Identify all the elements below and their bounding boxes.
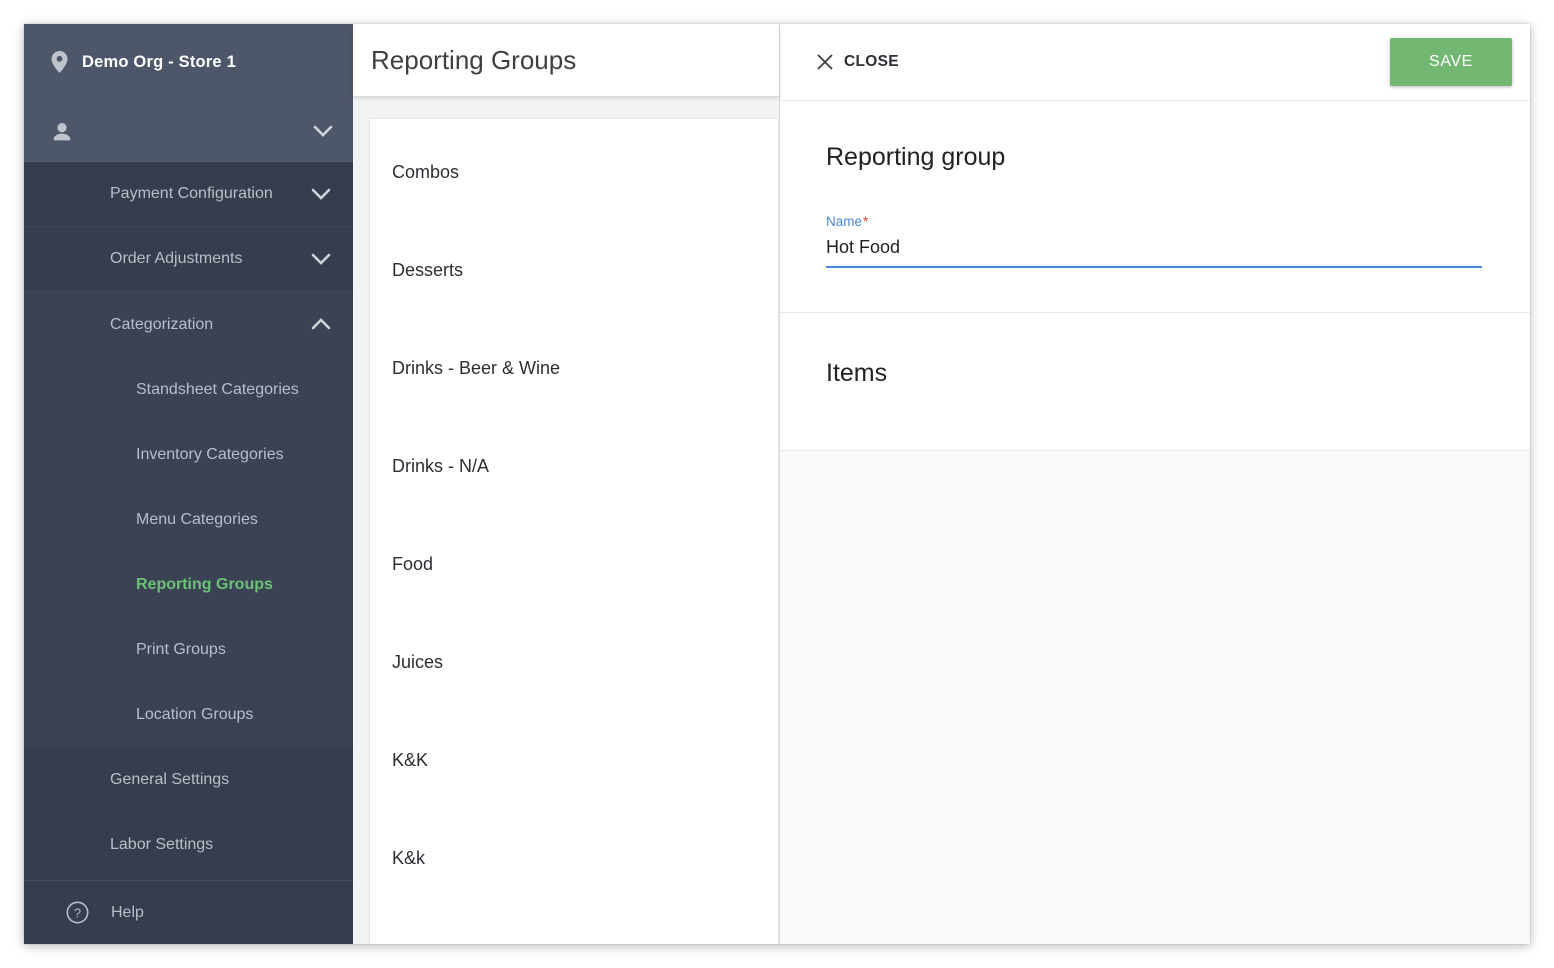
sidebar-section-label: Order Adjustments: [110, 250, 243, 267]
list-item[interactable]: Juices: [370, 613, 778, 711]
question-circle-icon: ?: [66, 901, 89, 924]
chevron-down-icon[interactable]: [313, 125, 333, 138]
list-item[interactable]: K&K: [370, 711, 778, 809]
items-card: Items: [780, 313, 1530, 451]
list-item-label: Drinks - Beer & Wine: [392, 357, 561, 378]
list-item[interactable]: Drinks - N/A: [370, 417, 778, 515]
name-field-label: Name*: [826, 214, 1482, 229]
sidebar-item-label: Location Groups: [136, 705, 254, 723]
sidebar-section-order-adjustments[interactable]: Order Adjustments: [24, 227, 353, 292]
reporting-group-form-card: Reporting group Name*: [780, 101, 1530, 313]
sidebar: Demo Org - Store 1 Payment Configuration…: [24, 24, 353, 944]
sidebar-org-block: Demo Org - Store 1: [24, 24, 353, 162]
person-icon: [51, 121, 73, 143]
sidebar-item-label: Help: [111, 903, 144, 921]
sidebar-item-label: General Settings: [110, 770, 230, 788]
sidebar-item-location-groups[interactable]: Location Groups: [24, 682, 353, 747]
name-input[interactable]: [826, 235, 1482, 268]
chevron-up-icon[interactable]: [311, 318, 331, 331]
sidebar-org-label: Demo Org - Store 1: [82, 52, 236, 71]
sidebar-item-general-settings[interactable]: General Settings: [24, 747, 353, 812]
close-button-label: CLOSE: [844, 53, 899, 70]
sidebar-item-label: Inventory Categories: [136, 445, 284, 463]
sidebar-section-categorization[interactable]: Categorization: [24, 292, 353, 357]
list-item-label: Drinks - N/A: [392, 455, 490, 476]
form-title: Reporting group: [826, 143, 1006, 171]
sidebar-item-print-groups[interactable]: Print Groups: [24, 617, 353, 682]
detail-panel-header: CLOSE SAVE: [780, 24, 1530, 101]
svg-text:?: ?: [74, 906, 81, 921]
sidebar-user-row[interactable]: [24, 100, 353, 162]
name-label-text: Name: [826, 214, 863, 229]
sidebar-categorization-submenu: Standsheet Categories Inventory Categori…: [24, 357, 353, 747]
sidebar-item-menu-categories[interactable]: Menu Categories: [24, 487, 353, 552]
sidebar-section-payment-configuration[interactable]: Payment Configuration: [24, 162, 353, 227]
sidebar-item-label: Menu Categories: [136, 510, 258, 528]
list-item-label: Desserts: [392, 259, 464, 280]
page-title: Reporting Groups: [371, 44, 577, 75]
list-item-label: K&K: [392, 749, 429, 770]
location-pin-icon: [51, 51, 68, 73]
sidebar-org-row[interactable]: Demo Org - Store 1: [24, 24, 353, 100]
app-window: Demo Org - Store 1 Payment Configuration…: [24, 24, 1530, 944]
sidebar-item-inventory-categories[interactable]: Inventory Categories: [24, 422, 353, 487]
items-title: Items: [826, 359, 888, 387]
sidebar-item-label: Standsheet Categories: [136, 380, 299, 398]
reporting-groups-list: Combos Desserts Drinks - Beer & Wine Dri…: [369, 118, 779, 944]
close-button[interactable]: CLOSE: [816, 53, 899, 71]
sidebar-section-label: Categorization: [110, 315, 214, 333]
sidebar-item-help[interactable]: ? Help: [24, 880, 353, 944]
reporting-groups-list-panel: Reporting Groups Combos Desserts Drinks …: [353, 24, 779, 944]
detail-panel-filler: [780, 451, 1530, 944]
list-item[interactable]: Drinks - Beer & Wine: [370, 319, 778, 417]
close-x-icon: [816, 53, 834, 71]
list-item-label: Juices: [392, 651, 444, 672]
chevron-down-icon[interactable]: [311, 253, 331, 266]
sidebar-item-reporting-groups[interactable]: Reporting Groups: [24, 552, 353, 617]
chevron-down-icon[interactable]: [311, 188, 331, 201]
save-button[interactable]: SAVE: [1390, 38, 1512, 86]
list-item-label: Food: [392, 553, 434, 574]
list-item[interactable]: Desserts: [370, 221, 778, 319]
name-field-group: Name*: [826, 214, 1482, 268]
list-item-label: Combos: [392, 161, 460, 182]
reporting-group-detail-panel: CLOSE SAVE Reporting group Name* Items: [779, 24, 1530, 944]
sidebar-item-labor-settings[interactable]: Labor Settings: [24, 812, 353, 877]
sidebar-item-label: Print Groups: [136, 640, 226, 658]
list-item[interactable]: Food: [370, 515, 778, 613]
sidebar-item-label: Reporting Groups: [136, 575, 273, 593]
sidebar-section-label: Payment Configuration: [110, 185, 273, 202]
list-item[interactable]: K&k: [370, 809, 778, 907]
list-item[interactable]: Combos: [370, 123, 778, 221]
list-panel-body[interactable]: Combos Desserts Drinks - Beer & Wine Dri…: [353, 96, 779, 944]
list-item-label: K&k: [392, 847, 426, 868]
sidebar-item-standsheet-categories[interactable]: Standsheet Categories: [24, 357, 353, 422]
list-panel-header: Reporting Groups: [353, 24, 779, 96]
required-marker: *: [863, 214, 869, 229]
sidebar-item-label: Labor Settings: [110, 835, 214, 853]
